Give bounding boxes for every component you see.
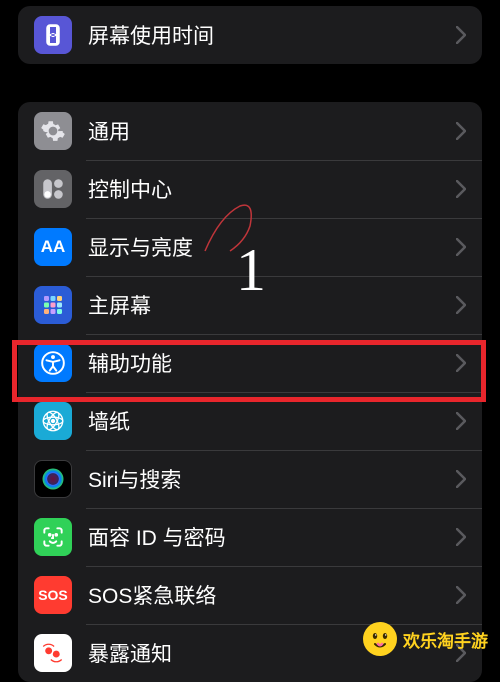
row-screen-time[interactable]: 屏幕使用时间 [18, 6, 482, 64]
row-control-center[interactable]: 控制中心 [18, 160, 482, 218]
row-home-screen[interactable]: 主屏幕 [18, 276, 482, 334]
row-label: 面容 ID 与密码 [88, 522, 448, 552]
chevron-right-icon [456, 354, 466, 372]
wallpaper-icon [34, 402, 72, 440]
watermark-text: 欢乐淘手游 [403, 627, 488, 652]
watermark-face-icon [363, 622, 397, 656]
row-label: 控制中心 [88, 174, 448, 204]
row-accessibility[interactable]: 辅助功能 [18, 334, 482, 392]
row-display-brightness[interactable]: AA 显示与亮度 [18, 218, 482, 276]
gear-icon [34, 112, 72, 150]
row-label: 通用 [88, 116, 448, 146]
watermark: 欢乐淘手游 [363, 622, 488, 656]
settings-section-1: 屏幕使用时间 [18, 6, 482, 64]
accessibility-icon [34, 344, 72, 382]
sos-icon: SOS [34, 576, 72, 614]
row-label: 主屏幕 [88, 290, 448, 320]
siri-icon [34, 460, 72, 498]
home-screen-icon [34, 286, 72, 324]
control-center-icon [34, 170, 72, 208]
row-siri-search[interactable]: Siri与搜索 [18, 450, 482, 508]
chevron-right-icon [456, 238, 466, 256]
row-label: SOS紧急联络 [88, 580, 448, 610]
chevron-right-icon [456, 528, 466, 546]
chevron-right-icon [456, 180, 466, 198]
chevron-right-icon [456, 412, 466, 430]
row-wallpaper[interactable]: 墙纸 [18, 392, 482, 450]
row-general[interactable]: 通用 [18, 102, 482, 160]
exposure-icon [34, 634, 72, 672]
display-brightness-icon: AA [34, 228, 72, 266]
chevron-right-icon [456, 586, 466, 604]
row-label: 屏幕使用时间 [88, 20, 448, 50]
chevron-right-icon [456, 296, 466, 314]
face-id-icon [34, 518, 72, 556]
settings-section-2: 通用 控制中心 AA 显示与亮度 [18, 102, 482, 682]
row-sos[interactable]: SOS SOS紧急联络 [18, 566, 482, 624]
row-label: 显示与亮度 [88, 232, 448, 262]
row-label: 辅助功能 [88, 348, 448, 378]
chevron-right-icon [456, 26, 466, 44]
row-face-id[interactable]: 面容 ID 与密码 [18, 508, 482, 566]
row-label: 墙纸 [88, 406, 448, 436]
row-label: Siri与搜索 [88, 464, 448, 494]
screen-time-icon [34, 16, 72, 54]
chevron-right-icon [456, 470, 466, 488]
sos-text: SOS [38, 587, 68, 603]
chevron-right-icon [456, 122, 466, 140]
